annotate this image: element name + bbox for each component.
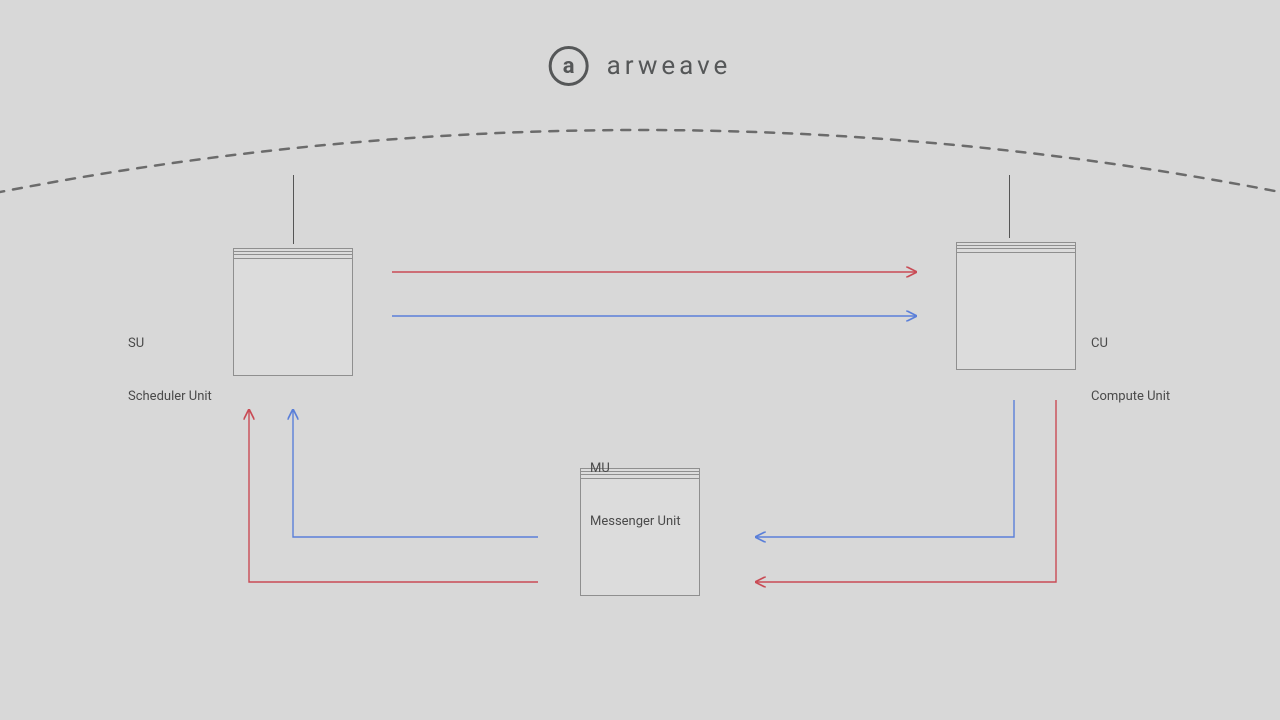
logo-wordmark: arweave [607,51,732,81]
boundary-arc [0,0,1280,300]
logo-circle-icon: a [549,46,589,86]
su-arc-connector [293,175,294,244]
cu-name: Compute Unit [1091,388,1170,406]
su-label: SU Scheduler Unit [128,300,212,440]
su-name: Scheduler Unit [128,388,212,406]
logo-mark-letter: a [563,54,575,79]
mu-name: Messenger Unit [590,513,681,531]
arrow-cu-mu-blue [756,400,1014,537]
diagram-canvas: a arweave SU Scheduler Unit CU Compute U… [0,0,1280,720]
su-code: SU [128,335,212,353]
brand-logo: a arweave [549,46,732,86]
arrow-mu-su-red [249,410,538,582]
node-scheduler-unit [233,248,353,376]
mu-code: MU [590,460,681,478]
cu-label: CU Compute Unit [1091,300,1170,440]
su-stack-icon [233,248,353,376]
node-compute-unit [956,242,1076,370]
cu-arc-connector [1009,175,1010,238]
arrow-mu-su-blue [293,410,538,537]
cu-code: CU [1091,335,1170,353]
arrow-cu-mu-red [756,400,1056,582]
mu-label: MU Messenger Unit [590,425,681,565]
cu-stack-icon [956,242,1076,370]
